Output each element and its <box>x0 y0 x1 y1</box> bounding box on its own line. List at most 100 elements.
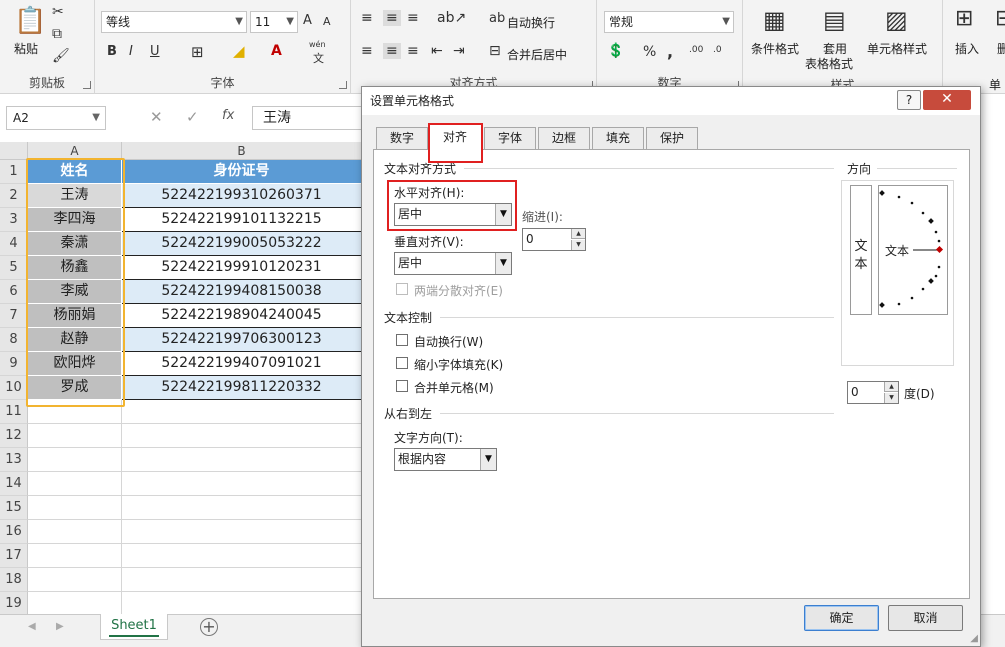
copy-icon[interactable]: ⧉ <box>52 26 62 42</box>
indent-spinner[interactable]: 0 ▲ ▼ <box>522 228 586 251</box>
shrink-to-fit-checkbox[interactable] <box>396 357 408 369</box>
row-header[interactable]: 4 <box>0 232 28 256</box>
row-header[interactable]: 14 <box>0 472 28 496</box>
row-header[interactable]: 16 <box>0 520 28 544</box>
row-header[interactable]: 2 <box>0 184 28 208</box>
row-header[interactable]: 19 <box>0 592 28 614</box>
name-box[interactable]: A2 ▼ <box>6 106 106 130</box>
empty-cell[interactable] <box>122 496 362 520</box>
formula-input[interactable]: 王涛 <box>252 106 362 130</box>
wrap-text-checkbox[interactable] <box>396 334 408 346</box>
resize-grip-icon[interactable]: ◢ <box>970 633 978 644</box>
phonetic-guide-button[interactable]: wén <box>309 40 326 49</box>
empty-cell[interactable] <box>122 520 362 544</box>
id-cell[interactable]: 522422199910120231 <box>122 256 362 280</box>
tab-fill[interactable]: 填充 <box>592 127 644 149</box>
format-painter-icon[interactable]: 🖌 <box>52 48 70 64</box>
id-cell[interactable]: 522422199310260371 <box>122 184 362 208</box>
empty-cell[interactable] <box>122 424 362 448</box>
empty-cell[interactable] <box>28 496 122 520</box>
shrink-font-icon[interactable]: A <box>323 15 331 28</box>
row-header[interactable]: 9 <box>0 352 28 376</box>
paste-button[interactable]: 粘贴 <box>14 40 38 57</box>
font-color-button[interactable]: A <box>271 43 282 59</box>
row-header[interactable]: 17 <box>0 544 28 568</box>
delete-button[interactable]: 删 <box>997 40 1005 57</box>
id-cell[interactable]: 522422199101132215 <box>122 208 362 232</box>
name-cell[interactable]: 赵静 <box>28 328 122 352</box>
header-cell-name[interactable]: 姓名 <box>28 160 122 184</box>
sheet-tab-sheet1[interactable]: Sheet1 <box>100 614 168 640</box>
spin-down-icon[interactable]: ▼ <box>884 393 898 403</box>
tab-border[interactable]: 边框 <box>538 127 590 149</box>
orientation-icon[interactable]: ab↗ <box>437 10 466 26</box>
row-header[interactable]: 8 <box>0 328 28 352</box>
spin-up-icon[interactable]: ▲ <box>571 229 585 239</box>
merge-center-button[interactable]: 合并后居中 <box>507 46 567 63</box>
tab-protection[interactable]: 保护 <box>646 127 698 149</box>
id-cell[interactable]: 522422199706300123 <box>122 328 362 352</box>
id-cell[interactable]: 522422199811220332 <box>122 376 362 400</box>
text-direction-select[interactable]: 根据内容 ▼ <box>394 448 497 471</box>
percent-button[interactable]: % <box>643 44 656 60</box>
id-cell[interactable]: 522422199408150038 <box>122 280 362 304</box>
insert-icon[interactable]: ⊞ <box>955 6 973 31</box>
align-left-icon[interactable]: ≡ <box>361 43 373 59</box>
row-header[interactable]: 7 <box>0 304 28 328</box>
name-cell[interactable]: 罗成 <box>28 376 122 400</box>
cell-styles-button[interactable]: 单元格样式 <box>867 40 927 57</box>
name-cell[interactable]: 李威 <box>28 280 122 304</box>
vertical-align-select[interactable]: 居中 ▼ <box>394 252 512 275</box>
bold-button[interactable]: B <box>107 44 117 59</box>
help-button[interactable]: ? <box>897 90 921 110</box>
empty-cell[interactable] <box>28 520 122 544</box>
empty-cell[interactable] <box>122 568 362 592</box>
header-cell-id[interactable]: 身份证号 <box>122 160 362 184</box>
font-size-combo[interactable]: 11 ▼ <box>250 11 298 33</box>
column-header-a[interactable]: A <box>28 142 122 160</box>
horizontal-align-select[interactable]: 居中 ▼ <box>394 203 512 226</box>
cut-icon[interactable]: ✂ <box>52 4 64 20</box>
cancel-icon[interactable]: ✕ <box>150 108 163 126</box>
empty-cell[interactable] <box>122 448 362 472</box>
decrease-decimal-icon[interactable]: .0 <box>713 45 722 55</box>
id-cell[interactable]: 522422199407091021 <box>122 352 362 376</box>
row-header[interactable]: 13 <box>0 448 28 472</box>
font-launcher-icon[interactable] <box>339 81 347 89</box>
align-top-icon[interactable]: ≡ <box>361 10 373 26</box>
id-cell[interactable]: 522422199005053222 <box>122 232 362 256</box>
select-all-corner[interactable] <box>0 142 28 160</box>
enter-icon[interactable]: ✓ <box>186 108 199 126</box>
name-cell[interactable]: 秦潇 <box>28 232 122 256</box>
align-center-icon[interactable]: ≡ <box>383 43 401 59</box>
paste-icon[interactable]: 📋 <box>14 6 46 36</box>
row-header[interactable]: 18 <box>0 568 28 592</box>
grow-font-icon[interactable]: A <box>303 13 312 28</box>
align-right-icon[interactable]: ≡ <box>407 43 419 59</box>
row-header[interactable]: 15 <box>0 496 28 520</box>
name-cell[interactable]: 杨丽娟 <box>28 304 122 328</box>
align-bottom-icon[interactable]: ≡ <box>407 10 419 26</box>
empty-cell[interactable] <box>122 544 362 568</box>
fill-color-icon[interactable]: ◢ <box>233 42 245 60</box>
row-header[interactable]: 10 <box>0 376 28 400</box>
spin-up-icon[interactable]: ▲ <box>884 382 898 392</box>
conditional-format-icon[interactable]: ▦ <box>763 6 786 34</box>
tab-number[interactable]: 数字 <box>376 127 428 149</box>
cell-styles-icon[interactable]: ▨ <box>885 6 908 34</box>
conditional-format-button[interactable]: 条件格式 <box>751 40 799 57</box>
row-header[interactable]: 12 <box>0 424 28 448</box>
tab-font[interactable]: 字体 <box>484 127 536 149</box>
prev-sheet-icon[interactable]: ◀ <box>28 621 36 632</box>
font-name-combo[interactable]: 等线 ▼ <box>101 11 247 33</box>
empty-cell[interactable] <box>28 568 122 592</box>
decrease-indent-icon[interactable]: ⇤ <box>431 43 443 59</box>
row-header[interactable]: 1 <box>0 160 28 184</box>
close-button[interactable]: ✕ <box>923 90 971 110</box>
insert-button[interactable]: 插入 <box>955 40 979 57</box>
row-header[interactable]: 3 <box>0 208 28 232</box>
clipboard-launcher-icon[interactable] <box>83 81 91 89</box>
empty-cell[interactable] <box>28 448 122 472</box>
empty-cell[interactable] <box>122 472 362 496</box>
align-middle-icon[interactable]: ≡ <box>383 10 401 26</box>
